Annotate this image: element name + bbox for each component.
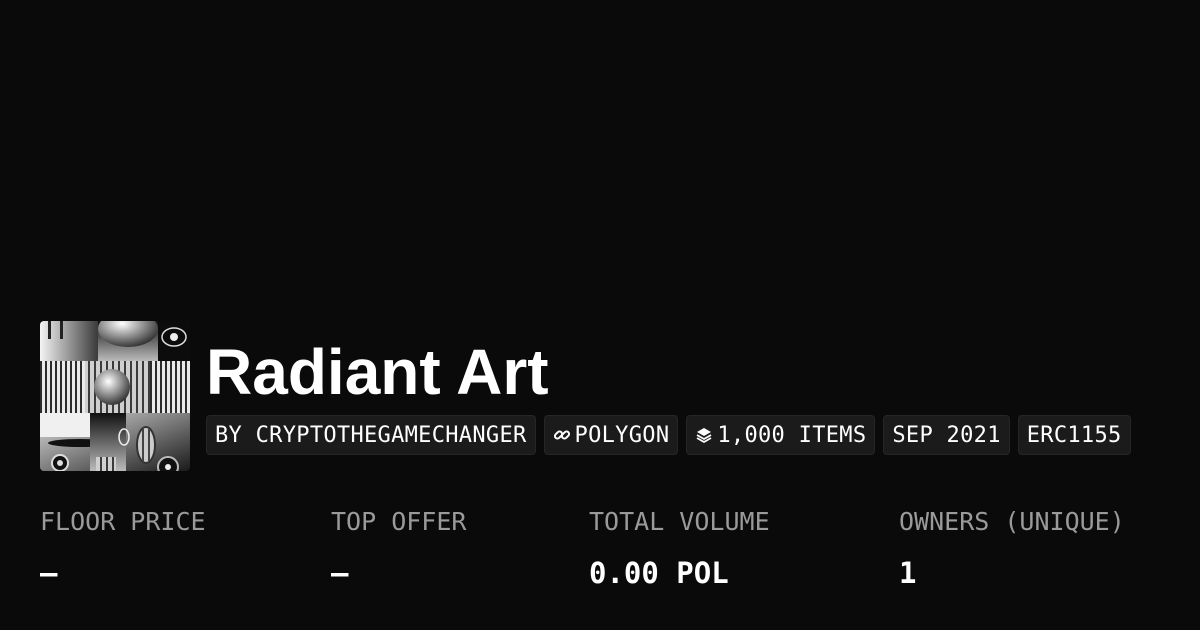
date-label: SEP 2021 [892,422,1001,448]
items-count-label: 1,000 ITEMS [717,422,867,448]
chain-link-icon [553,426,571,444]
total-volume-label: TOTAL VOLUME [589,507,770,536]
creator-label: BY CRYPTOTHEGAMECHANGER [215,422,527,448]
floor-price-label: FLOOR PRICE [40,507,206,536]
owners-value: 1 [899,556,917,590]
floor-price-stat: FLOOR PRICE – [40,505,206,591]
collection-title: Radiant Art [206,336,549,408]
collection-tags: BY CRYPTOTHEGAMECHANGER POLYGON 1,000 IT… [206,415,1131,455]
total-volume-stat: TOTAL VOLUME 0.00 POL [589,505,770,591]
top-offer-value: – [331,556,349,590]
top-offer-label: TOP OFFER [331,507,467,536]
date-tag: SEP 2021 [883,415,1010,455]
chain-label: POLYGON [574,422,670,448]
total-volume-value: 0.00 POL [589,556,729,590]
items-tag[interactable]: 1,000 ITEMS [686,415,876,455]
owners-stat: OWNERS (UNIQUE) 1 [899,505,1125,591]
top-offer-stat: TOP OFFER – [331,505,466,591]
floor-price-value: – [40,556,58,590]
collection-card: Radiant Art BY CRYPTOTHEGAMECHANGER POLY… [0,0,1200,630]
token-standard-tag: ERC1155 [1017,415,1131,455]
token-standard-label: ERC1155 [1026,422,1122,448]
collection-thumbnail[interactable] [40,321,190,471]
chain-tag[interactable]: POLYGON [543,415,679,455]
creator-tag[interactable]: BY CRYPTOTHEGAMECHANGER [206,415,536,455]
owners-label: OWNERS (UNIQUE) [899,507,1125,536]
layers-icon [695,426,713,444]
